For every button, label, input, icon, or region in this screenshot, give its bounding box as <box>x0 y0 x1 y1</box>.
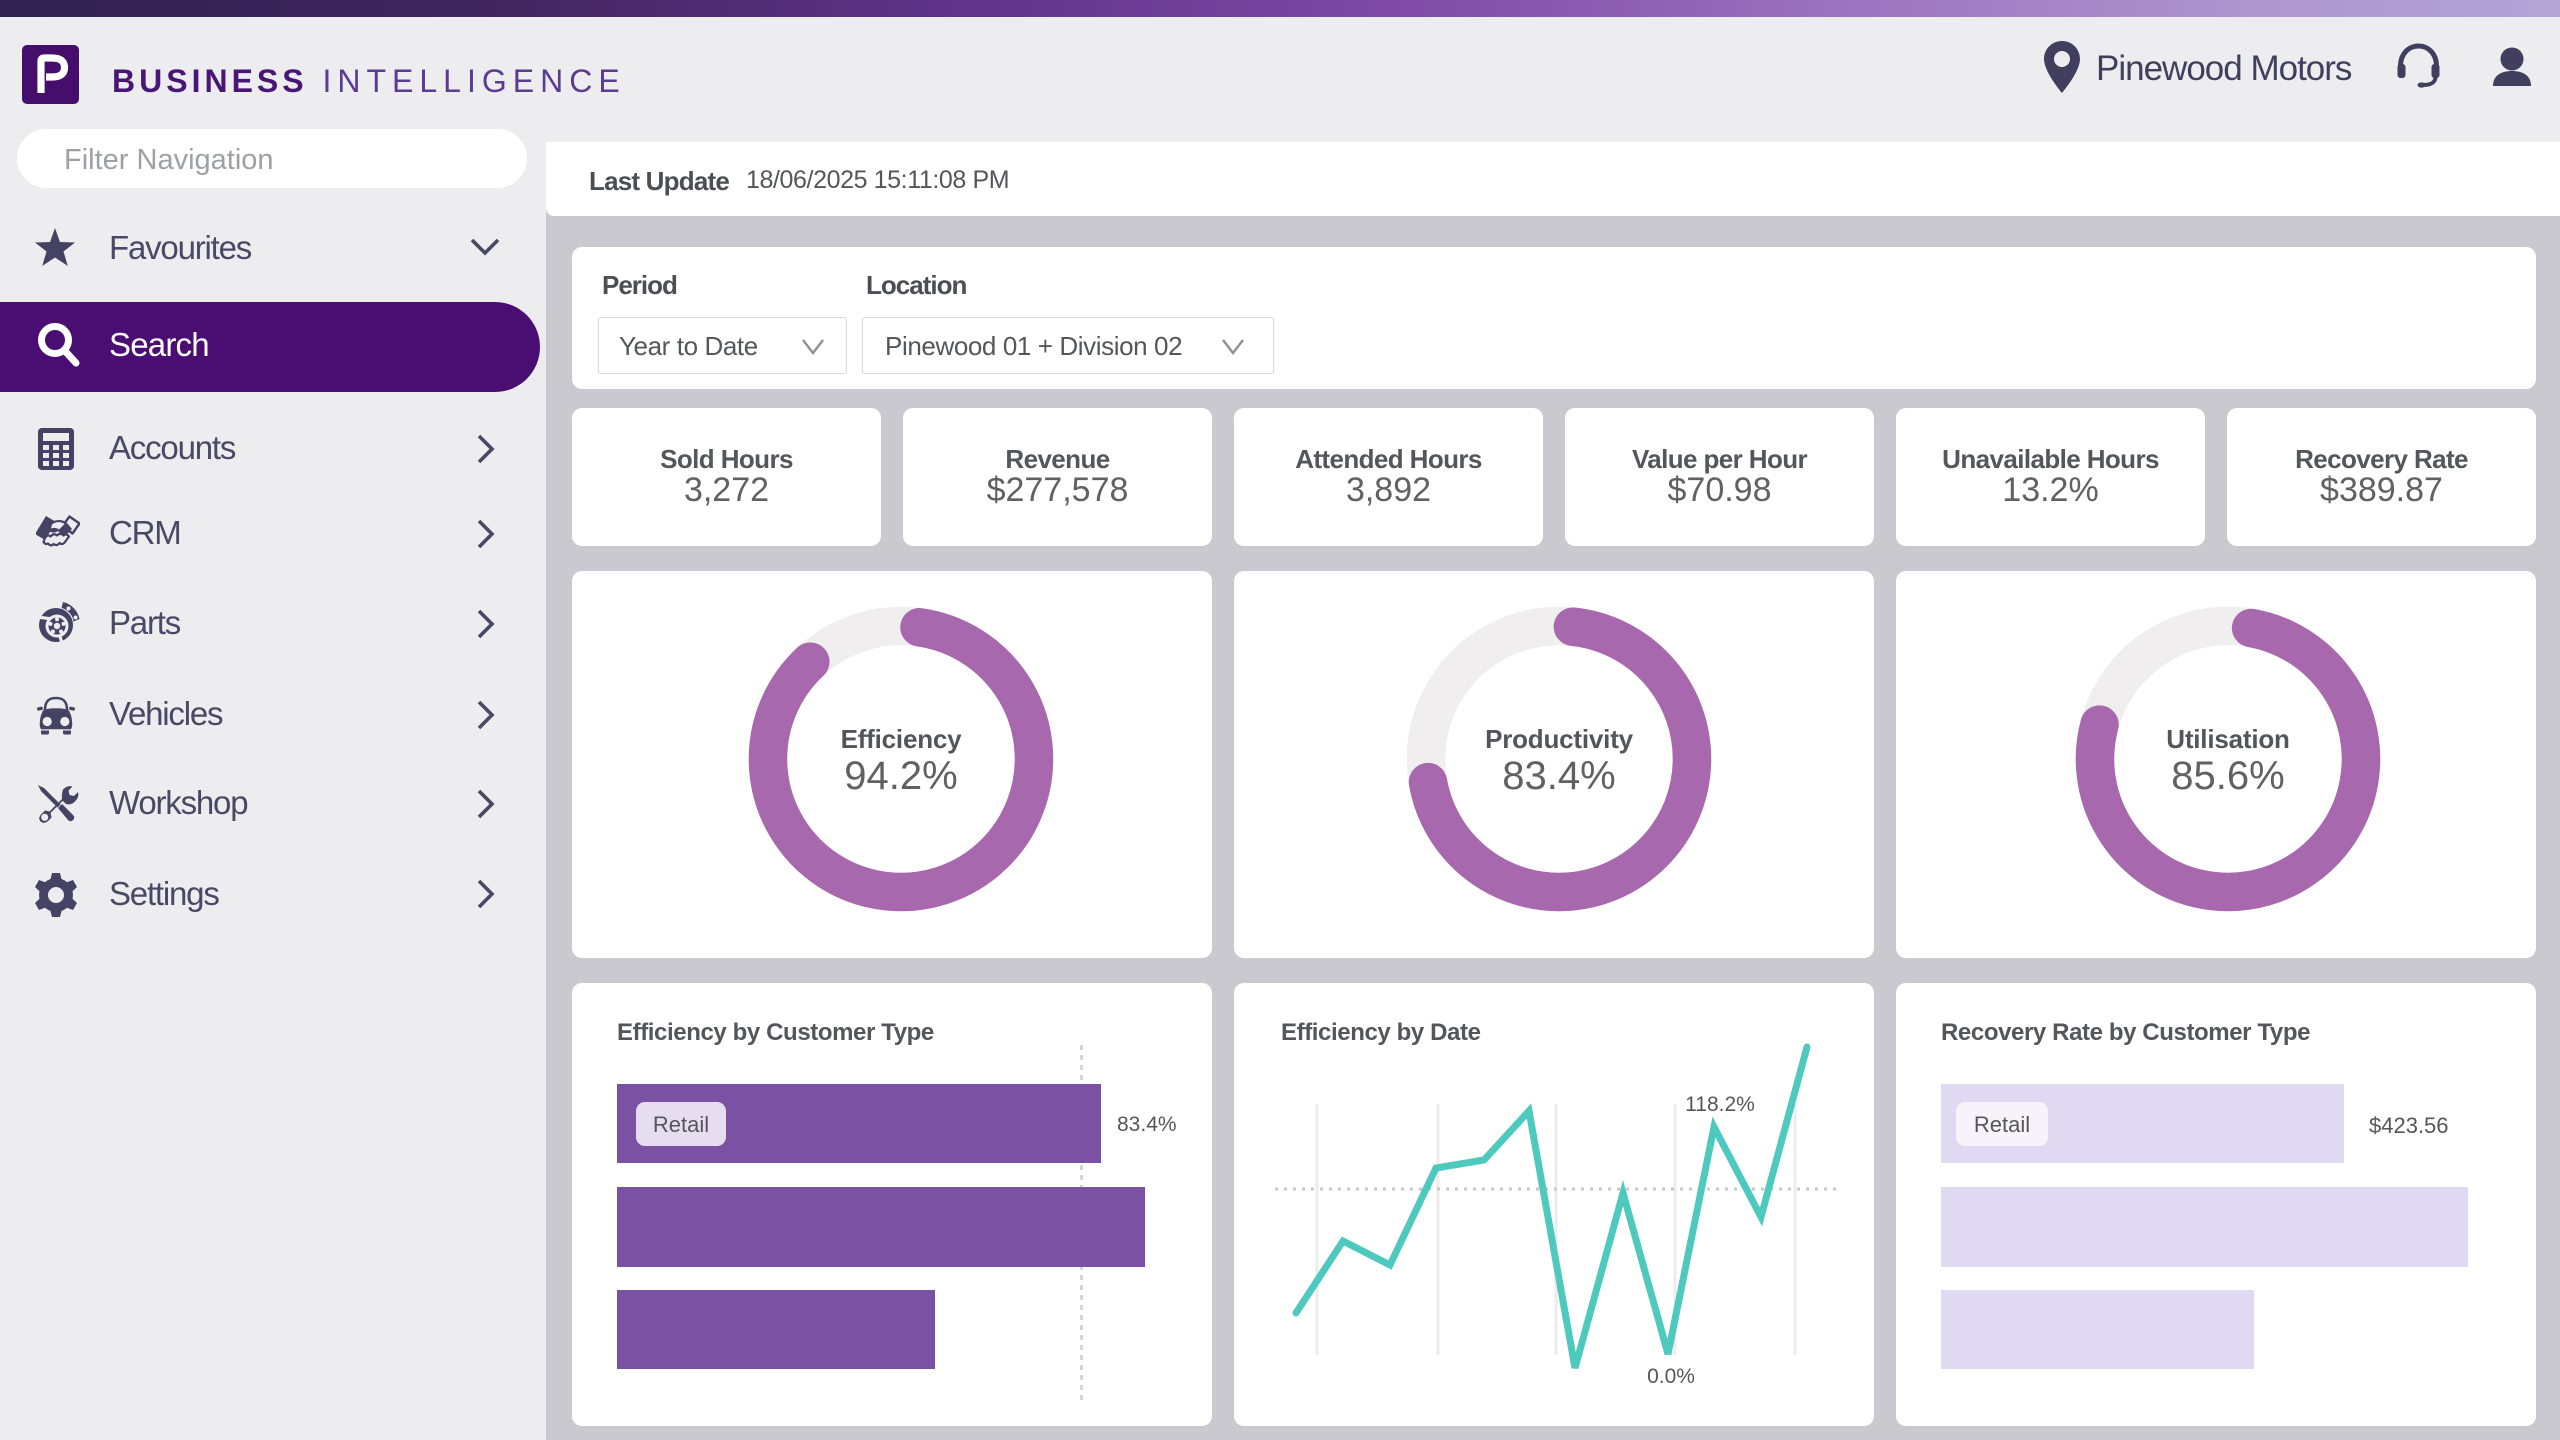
svg-text:0.0%: 0.0% <box>1647 1365 1695 1388</box>
svg-text:118.2%: 118.2% <box>1685 1093 1755 1116</box>
